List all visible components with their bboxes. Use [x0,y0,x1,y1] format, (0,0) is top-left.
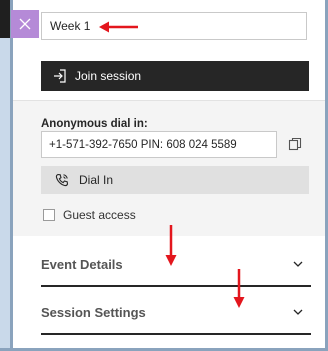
dial-in-number-field[interactable]: +1-571-392-7650 PIN: 608 024 5589 [41,131,277,158]
dial-in-button-label: Dial In [79,173,114,187]
annotation-arrow-down [233,269,245,308]
session-settings-title: Session Settings [41,304,146,320]
copy-button[interactable] [288,137,302,151]
session-settings-divider [41,333,311,335]
annotation-arrow-down [165,225,177,266]
guest-access-checkbox[interactable] [43,209,55,221]
phone-icon [55,173,69,187]
close-button[interactable] [11,10,39,38]
event-details-divider [41,285,311,287]
guest-access-row: Guest access [43,208,136,222]
guest-access-label: Guest access [63,208,136,222]
session-panel: Week 1 Join session Anonymous dial in: +… [0,0,328,351]
join-session-label: Join session [75,69,142,83]
dial-in-number: +1-571-392-7650 PIN: 608 024 5589 [49,138,237,151]
close-icon [19,18,31,30]
event-details-title: Event Details [41,256,123,272]
annotation-arrow-left [99,21,138,33]
copy-icon [288,137,302,151]
chevron-down-icon [293,309,303,315]
join-session-button[interactable]: Join session [41,61,309,91]
background-strip [0,0,10,351]
dial-in-label: Anonymous dial in: [41,118,148,130]
session-title-value: Week 1 [50,19,91,33]
session-title-input[interactable]: Week 1 [41,12,307,40]
login-icon [54,69,66,83]
chevron-down-icon [293,261,303,267]
dial-in-button[interactable]: Dial In [41,166,309,194]
session-settings-toggle[interactable]: Session Settings [41,292,311,332]
